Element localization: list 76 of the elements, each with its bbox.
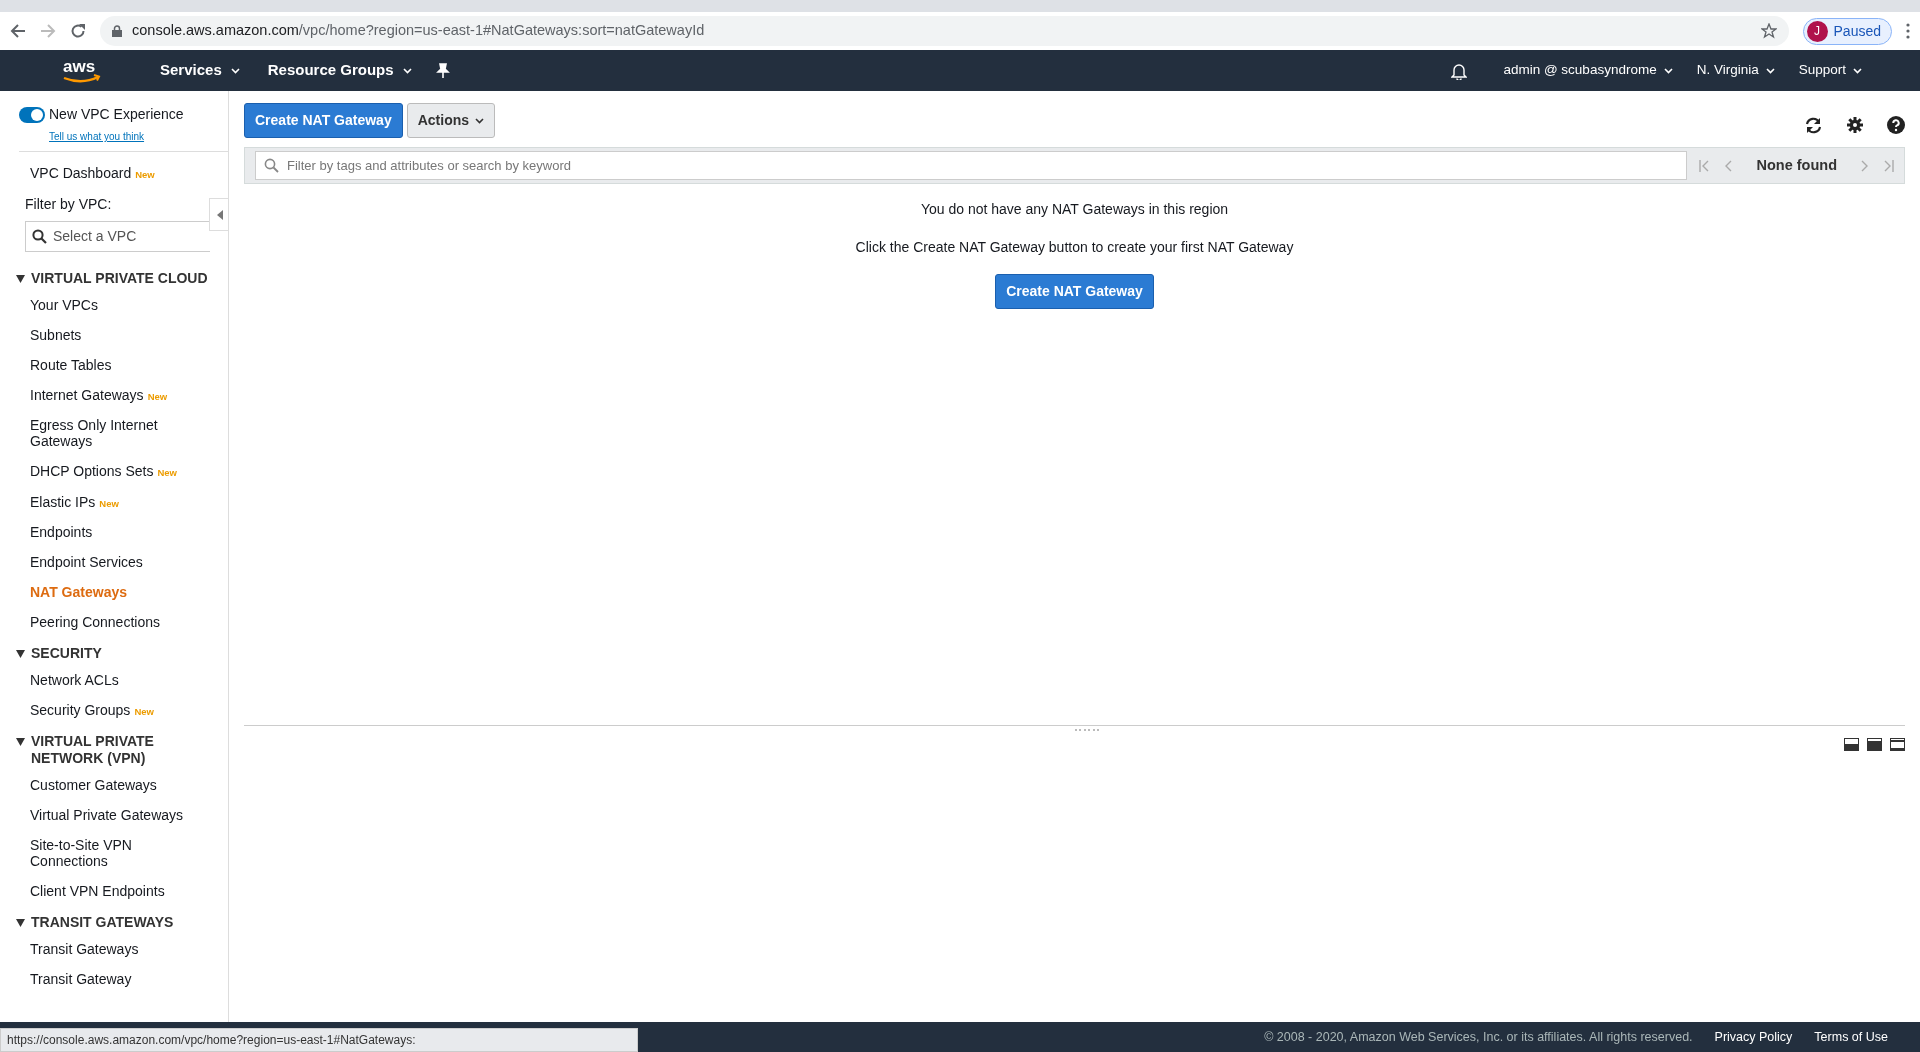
- help-icon[interactable]: [1887, 116, 1905, 134]
- section-header[interactable]: VIRTUAL PRIVATE CLOUD: [0, 262, 228, 290]
- status-url-tooltip: https://console.aws.amazon.com/vpc/home?region=us-east-1#NatGateways:: [0, 1028, 638, 1052]
- create-button[interactable]: Create NAT Gateway: [244, 103, 403, 138]
- nav-menu-button[interactable]: Services: [146, 59, 254, 82]
- sidebar-item[interactable]: Peering Connections: [0, 606, 200, 637]
- splitter-handle-icon[interactable]: [1074, 728, 1099, 732]
- pagination-status: None found: [1755, 155, 1838, 175]
- sidebar-item[interactable]: Route Tables: [0, 350, 200, 381]
- sidebar-item[interactable]: Site-to-Site VPN Connections: [0, 829, 200, 876]
- toggle-switch[interactable]: [19, 106, 45, 123]
- footer-link[interactable]: Privacy Policy: [1714, 1027, 1793, 1047]
- reload-icon[interactable]: [70, 23, 86, 39]
- search-icon: [264, 158, 279, 173]
- aws-logo[interactable]: aws: [58, 56, 106, 85]
- sidebar-item[interactable]: Elastic IPs New: [0, 486, 200, 517]
- caret-icon: [1853, 67, 1862, 74]
- url-text: console.aws.amazon.com/vpc/home?region=us-east-1#NatGateways:sort=natGatewayId: [132, 21, 705, 41]
- sidebar-item[interactable]: Network ACLs: [0, 664, 200, 695]
- refresh-icon[interactable]: [1804, 116, 1823, 134]
- nav-menu-button[interactable]: N. Virginia: [1684, 60, 1787, 81]
- back-icon[interactable]: [10, 23, 26, 39]
- copyright-text: © 2008 - 2020, Amazon Web Services, Inc. or its affiliates. All rights reserved.: [1264, 1028, 1693, 1046]
- filter-field[interactable]: Filter by tags and attributes or search by keyword: [255, 151, 1688, 180]
- caret-icon: [1765, 67, 1775, 74]
- nav-menu-button[interactable]: Support: [1786, 60, 1874, 81]
- caret-icon: [402, 67, 412, 74]
- sidebar-item[interactable]: VPC Dashboard New: [0, 158, 200, 189]
- empty-hint: Click the Create NAT Gateway button to create your first NAT Gateway: [855, 238, 1294, 257]
- caret-left-icon: [217, 209, 223, 220]
- actions-button[interactable]: Actions: [406, 103, 496, 138]
- sidebar-item[interactable]: Virtual Private Gateways: [0, 799, 200, 830]
- nav-menu-button[interactable]: admin @ scubasyndrome: [1491, 60, 1685, 81]
- nav-menu-button[interactable]: Resource Groups: [253, 59, 426, 82]
- caret-down-icon: [16, 738, 25, 746]
- sidebar-item[interactable]: Security Groups New: [0, 694, 200, 725]
- settings-icon[interactable]: [1847, 117, 1863, 133]
- address-bar[interactable]: console.aws.amazon.com/vpc/home?region=us-east-1#NatGateways:sort=natGatewayId: [100, 16, 1789, 46]
- feedback-link[interactable]: Tell us what you think: [49, 129, 145, 144]
- section-header[interactable]: VIRTUAL PRIVATE NETWORK (VPN): [0, 725, 228, 770]
- toggle-label: New VPC Experience: [49, 105, 184, 124]
- caret-icon: [475, 117, 485, 124]
- sidebar-item[interactable]: Transit Gateways: [0, 933, 200, 964]
- sidebar-item[interactable]: DHCP Options Sets New: [0, 456, 200, 487]
- create-button[interactable]: Create NAT Gateway: [995, 274, 1154, 309]
- sidebar-item[interactable]: Transit Gateway: [0, 963, 200, 995]
- sidebar-item[interactable]: Endpoints: [0, 516, 200, 547]
- caret-down-icon: [16, 275, 25, 284]
- sidebar-item[interactable]: Client VPN Endpoints: [0, 875, 200, 907]
- sidebar-item[interactable]: Subnets: [0, 320, 200, 351]
- filter-label: Filter by VPC:: [25, 195, 113, 215]
- pin-icon[interactable]: [435, 62, 450, 79]
- more-icon[interactable]: [1906, 23, 1910, 39]
- vpc-select-field[interactable]: Select a VPC: [25, 221, 210, 253]
- empty-message: You do not have any NAT Gateways in this region: [920, 200, 1229, 219]
- sidebar-item[interactable]: Your VPCs: [0, 289, 200, 320]
- caret-icon: [230, 67, 240, 74]
- footer-link[interactable]: Terms of Use: [1814, 1027, 1888, 1047]
- caret-down-icon: [16, 919, 25, 928]
- sidebar-item[interactable]: Egress Only Internet Gateways: [0, 410, 200, 457]
- layout-full-icon[interactable]: [1890, 738, 1905, 751]
- bell-icon[interactable]: [1451, 61, 1468, 80]
- section-header[interactable]: TRANSIT GATEWAYS: [0, 906, 228, 934]
- profile-button[interactable]: J Paused: [1802, 17, 1892, 45]
- layout-split-icon[interactable]: [1867, 738, 1882, 751]
- sidebar-item[interactable]: Internet Gateways New: [0, 380, 200, 411]
- caret-icon: [1663, 67, 1673, 74]
- section-header[interactable]: SECURITY: [0, 637, 228, 665]
- sidebar-item[interactable]: Endpoint Services: [0, 546, 200, 577]
- search-icon: [32, 229, 47, 245]
- sidebar-item[interactable]: Customer Gateways: [0, 769, 200, 800]
- layout-bottom-icon[interactable]: [1844, 738, 1859, 751]
- star-icon[interactable]: [1760, 23, 1777, 39]
- collapse-tab[interactable]: [209, 198, 228, 231]
- lock-icon: [112, 25, 122, 37]
- caret-down-icon: [16, 650, 25, 658]
